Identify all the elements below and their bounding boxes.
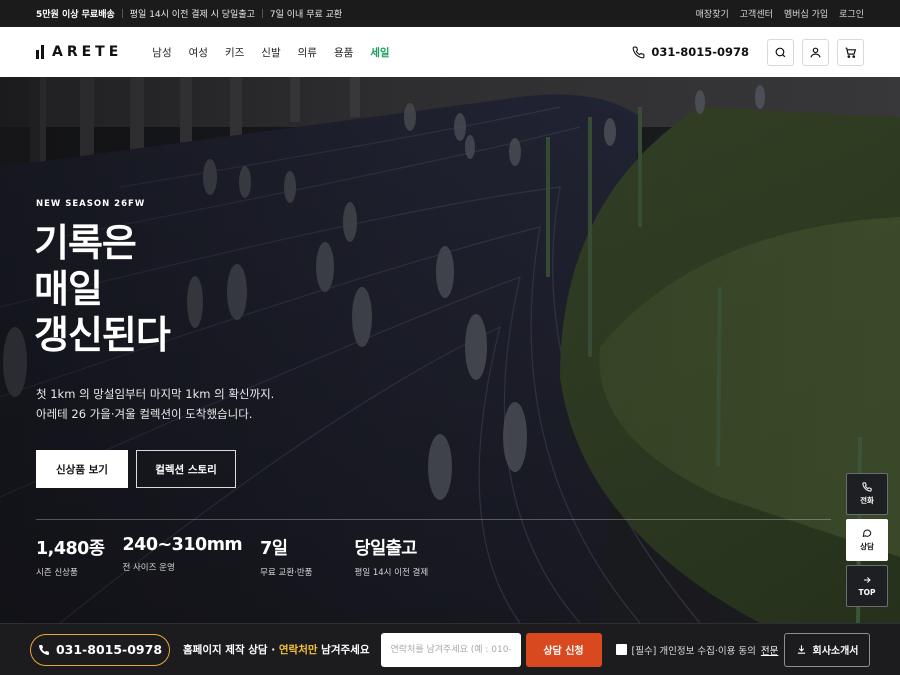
floating-consult-button[interactable]: 상담 — [846, 519, 888, 561]
consult-message-highlight: 연락처만 — [278, 644, 318, 656]
phone-icon — [633, 46, 645, 58]
company-brochure-button[interactable]: 회사소개서 — [784, 632, 870, 667]
same-day-notice: 평일 14시 이전 결제 시 당일출고 — [129, 10, 255, 20]
nav-item-men[interactable]: 남성 — [152, 45, 171, 60]
hero-subcopy-line: 아레테 26 가을·겨울 컬렉션이 도착했습니다. — [36, 407, 253, 421]
header-phone-number: 031-8015-0978 — [651, 45, 749, 59]
hero-eyebrow: NEW SEASON 26FW — [36, 199, 146, 209]
collection-story-button[interactable]: 컬렉션 스토리 — [136, 450, 236, 488]
stat-label: 평일 14시 이전 결제 — [354, 568, 429, 578]
stat-label: 무료 교환·반품 — [260, 568, 313, 578]
stat-label: 시즌 신상품 — [36, 568, 78, 578]
nav-item-gear[interactable]: 용품 — [334, 45, 353, 60]
stat-item: 7일 무료 교환·반품 — [260, 535, 312, 578]
hero-headline-line: 매일 — [34, 267, 103, 311]
download-icon — [797, 645, 805, 654]
stat-value: 당일출고 — [354, 539, 418, 559]
company-brochure-label: 회사소개서 — [812, 646, 859, 657]
membership-link[interactable]: 멤버십 가입 — [784, 7, 828, 20]
nav-item-sale[interactable]: 세일 — [370, 45, 389, 60]
privacy-full-text-link[interactable]: 전문 — [761, 643, 778, 657]
announcement-bar: 5만원 이상 무료배송 평일 14시 이전 결제 시 당일출고 7일 이내 무료… — [0, 0, 900, 27]
phone-icon — [862, 482, 872, 492]
consult-message-part: 남겨주세요 — [317, 644, 370, 656]
cart-icon — [845, 47, 857, 58]
logo-text: ARETE — [52, 44, 123, 60]
privacy-agreement: [필수] 개인정보 수집·이용 동의 전문 — [615, 643, 778, 657]
chat-icon — [862, 529, 872, 538]
back-to-top-label: TOP — [858, 588, 876, 597]
stat-label: 전 사이즈 운영 — [122, 563, 175, 573]
privacy-label: [필수] 개인정보 수집·이용 동의 — [631, 645, 756, 657]
hero-headline: 기록은 매일 갱신된다 — [34, 220, 171, 358]
consult-message-part: 홈페이지 제작 상담 · — [183, 644, 279, 656]
divider — [261, 9, 263, 18]
stat-item: 240~310mm 전 사이즈 운영 — [122, 535, 242, 578]
nav-item-apparel[interactable]: 의류 — [298, 45, 317, 60]
stat-item: 1,480종 시즌 신상품 — [36, 535, 105, 578]
stat-value: 240~310mm — [122, 535, 243, 555]
contact-phone-input[interactable] — [380, 632, 521, 667]
hero-stats: 1,480종 시즌 신상품 240~310mm 전 사이즈 운영 7일 무료 교… — [36, 535, 446, 578]
free-shipping-notice: 5만원 이상 무료배송 — [36, 10, 115, 20]
new-arrivals-button[interactable]: 신상품 보기 — [36, 450, 128, 488]
divider — [121, 9, 123, 18]
floating-consult-label: 상담 — [860, 542, 874, 551]
floating-call-button[interactable]: 전화 — [846, 473, 888, 515]
main-nav: 남성 여성 키즈 신발 의류 용품 세일 — [152, 45, 389, 60]
header-phone[interactable]: 031-8015-0978 — [632, 45, 749, 59]
consult-bar: 031-8015-0978 홈페이지 제작 상담 · 연락처만 남겨주세요 상담… — [0, 623, 900, 675]
account-button[interactable] — [802, 38, 829, 66]
consult-message: 홈페이지 제작 상담 · 연락처만 남겨주세요 — [183, 642, 370, 657]
stat-value: 7일 — [260, 539, 288, 559]
hero-subcopy: 첫 1km 의 망설임부터 마지막 1km 의 확신까지. 아레테 26 가을·… — [36, 384, 274, 424]
cart-button[interactable] — [837, 38, 864, 66]
nav-item-kids[interactable]: 키즈 — [225, 45, 244, 60]
back-to-top-button[interactable]: TOP — [846, 565, 888, 607]
login-link[interactable]: 로그인 — [839, 7, 864, 20]
stat-value: 1,480종 — [36, 539, 105, 559]
search-button[interactable] — [767, 38, 794, 66]
hero-divider — [36, 519, 831, 520]
consult-call-button[interactable]: 031-8015-0978 — [30, 633, 170, 666]
arrow-right-icon — [864, 577, 871, 583]
logo-mark-icon — [36, 45, 44, 59]
hero-banner: NEW SEASON 26FW 기록은 매일 갱신된다 첫 1km 의 망설임부… — [0, 77, 900, 623]
consult-phone-number: 031-8015-0978 — [55, 642, 163, 657]
user-icon — [810, 47, 821, 57]
store-finder-link[interactable]: 매장찾기 — [696, 7, 729, 20]
nav-item-shoes[interactable]: 신발 — [261, 45, 280, 60]
stat-item: 당일출고 평일 14시 이전 결제 — [355, 535, 429, 578]
privacy-checkbox[interactable] — [615, 644, 627, 655]
hero-headline-line: 갱신된다 — [34, 313, 171, 357]
hero-headline-line: 기록은 — [34, 221, 137, 265]
floating-call-label: 전화 — [860, 496, 874, 505]
logo[interactable]: ARETE — [36, 44, 122, 60]
nav-item-women[interactable]: 여성 — [189, 45, 208, 60]
site-header: ARETE 남성 여성 키즈 신발 의류 용품 세일 031-8015-0978 — [0, 27, 900, 77]
hero-subcopy-line: 첫 1km 의 망설임부터 마지막 1km 의 확신까지. — [36, 387, 275, 401]
customer-center-link[interactable]: 고객센터 — [740, 7, 773, 20]
exchange-notice: 7일 이내 무료 교환 — [269, 10, 343, 20]
search-icon — [775, 47, 786, 57]
consult-apply-button[interactable]: 상담 신청 — [525, 632, 602, 667]
phone-icon — [39, 644, 49, 655]
